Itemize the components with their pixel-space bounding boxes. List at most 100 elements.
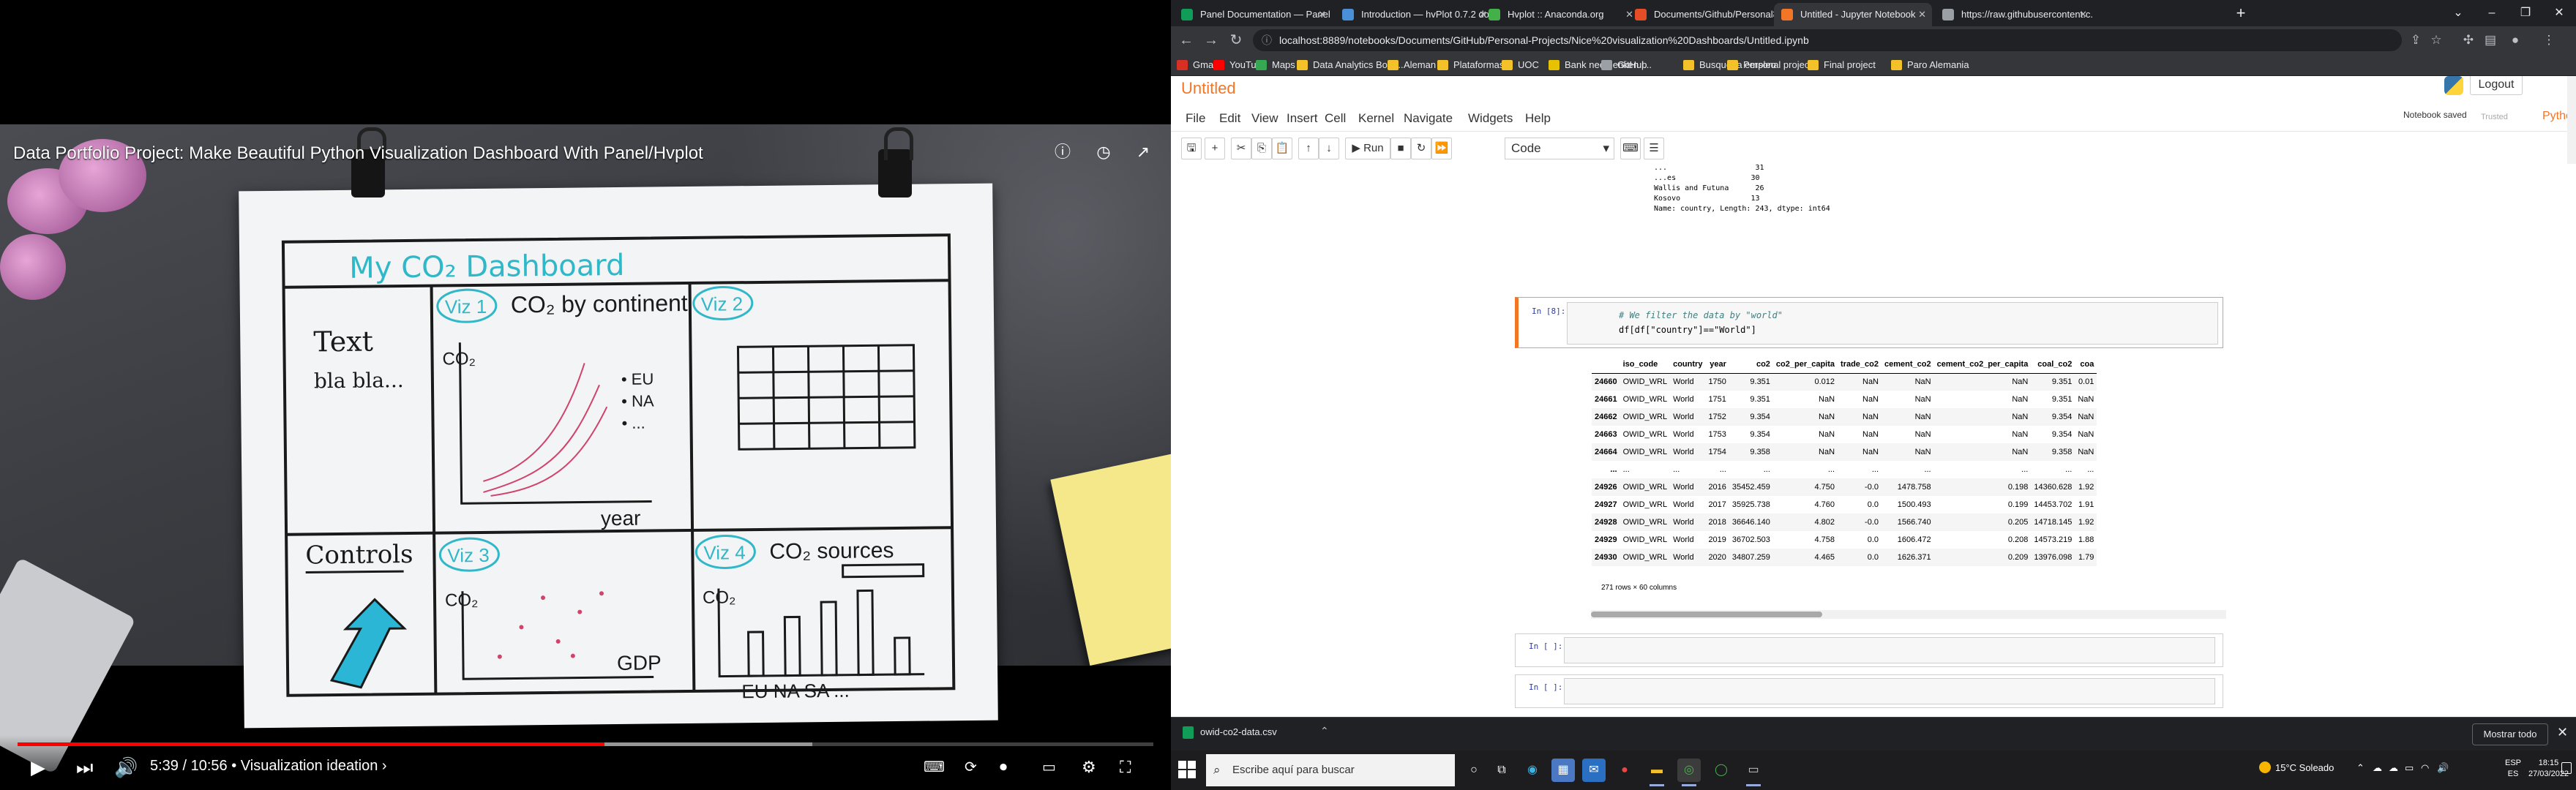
command-palette-icon[interactable]: ☰ <box>1644 138 1664 159</box>
logout-button[interactable]: Logout <box>2470 76 2523 95</box>
bookmark-item[interactable]: UOC <box>1502 58 1539 72</box>
restart-icon[interactable]: ↻ <box>1411 138 1431 159</box>
store-icon[interactable]: ▦ <box>1551 759 1575 782</box>
taskbar-search[interactable]: ⌕ Escribe aquí para buscar <box>1206 754 1455 786</box>
back-icon[interactable]: ← <box>1177 31 1196 50</box>
code-cell-8[interactable]: In [8]: <box>1515 297 2223 348</box>
cloud-icon[interactable]: ☁ <box>2389 762 2398 774</box>
settings-gear-icon[interactable]: ⚙ <box>1082 756 1096 778</box>
paste-icon[interactable]: 📋 <box>1272 138 1292 159</box>
new-tab-button[interactable]: + <box>2231 3 2251 23</box>
tab-1[interactable]: Panel Documentation — Panel 0... ✕ <box>1174 3 1332 26</box>
subtitle-cc-icon[interactable]: ▭ <box>1042 756 1056 778</box>
language-indicator[interactable]: ESP ES <box>2505 758 2521 780</box>
menu-insert[interactable]: Insert <box>1287 111 1318 126</box>
close-tab-icon[interactable]: ✕ <box>2079 3 2087 26</box>
file-explorer-icon[interactable]: ▬ <box>1645 759 1669 786</box>
keyboard-icon[interactable]: ⌨ <box>1620 138 1641 159</box>
bookmark-item[interactable]: Paro Alemania <box>1891 58 1969 72</box>
weather-widget[interactable]: 15°C Soleado <box>2259 761 2334 773</box>
share-icon[interactable]: ⇪ <box>2406 31 2425 50</box>
mail-icon[interactable]: ✉ <box>1582 759 1606 782</box>
menu-kernel[interactable]: Kernel <box>1358 111 1394 126</box>
bookmark-item[interactable]: Gmail <box>1177 58 1218 72</box>
volume-icon[interactable]: 🔊 <box>2437 762 2449 774</box>
insert-cell-icon[interactable]: + <box>1205 138 1225 159</box>
video-player[interactable]: My CO₂ Dashboard Text bla bla... Control… <box>0 0 1171 790</box>
tab-5[interactable]: Untitled - Jupyter Notebook ✕ <box>1774 3 1932 26</box>
close-icon[interactable]: ✕ <box>2557 725 2568 740</box>
chevron-up-icon[interactable]: ⌃ <box>1320 725 1329 737</box>
extensions-icon[interactable]: ✣ <box>2459 31 2478 50</box>
notebook-name[interactable]: Untitled <box>1181 79 1236 98</box>
battery-icon[interactable]: ▭ <box>2405 762 2414 774</box>
move-down-icon[interactable]: ↓ <box>1319 138 1339 159</box>
tab-4[interactable]: Documents/Github/Personal-Pr...✕ <box>1628 3 1786 26</box>
maximize-button[interactable]: ❐ <box>2509 0 2542 26</box>
menu-edit[interactable]: Edit <box>1219 111 1240 126</box>
tab-6[interactable]: https://raw.githubusercontent.c... ✕ <box>1935 3 2093 26</box>
cell-type-select[interactable]: Code ▾ <box>1505 138 1614 159</box>
watch-later-icon[interactable]: ◷ <box>1090 139 1117 165</box>
tab-search-icon[interactable]: ⌄ <box>2441 0 2475 26</box>
reload-icon[interactable]: ↻ <box>1227 31 1246 50</box>
share-icon[interactable]: ↗ <box>1130 139 1156 165</box>
close-tab-icon[interactable]: ✕ <box>1318 3 1326 26</box>
info-icon[interactable]: ⓘ <box>1049 139 1076 165</box>
windows-start-icon[interactable] <box>1178 761 1196 778</box>
empty-code-cell[interactable]: In [ ]: <box>1515 674 2223 708</box>
bookmark-item[interactable]: Maps <box>1256 58 1295 72</box>
move-up-icon[interactable]: ↑ <box>1298 138 1319 159</box>
bookmark-item[interactable]: Final project <box>1808 58 1876 72</box>
autoplay-icon[interactable]: ⟳ <box>965 756 977 778</box>
menu-widgets[interactable]: Widgets <box>1468 111 1513 126</box>
empty-code-cell[interactable]: In [ ]: <box>1515 633 2223 667</box>
profile-icon[interactable]: ● <box>2506 31 2525 50</box>
cortana-icon[interactable]: ○ <box>1462 759 1486 782</box>
show-all-button[interactable]: Mostrar todo <box>2472 723 2548 745</box>
run-button[interactable]: ▶ Run <box>1345 138 1390 159</box>
close-tab-icon[interactable]: ✕ <box>1918 3 1926 26</box>
tab-2[interactable]: Introduction — hvPlot 0.7.2 doc... ✕ <box>1335 3 1493 26</box>
wifi-icon[interactable]: ◠ <box>2421 762 2429 774</box>
bookmark-item[interactable]: GitHub <box>1601 58 1647 72</box>
fullscreen-icon[interactable]: ⛶ <box>1120 756 1131 778</box>
bookmark-star-icon[interactable]: ☆ <box>2427 31 2446 50</box>
side-panel-icon[interactable]: ▤ <box>2481 31 2500 50</box>
address-bar[interactable]: ⓘ localhost:8889/notebooks/Documents/GitH… <box>1253 29 2402 51</box>
stop-icon[interactable]: ■ <box>1390 138 1411 159</box>
close-window-button[interactable]: ✕ <box>2542 0 2576 26</box>
chrome-icon[interactable]: ◎ <box>1677 759 1701 786</box>
code-editor[interactable] <box>1564 678 2215 704</box>
chevron-up-icon[interactable]: ⌃ <box>2356 762 2365 774</box>
edge-icon[interactable]: ◉ <box>1521 759 1544 782</box>
menu-view[interactable]: View <box>1251 111 1278 126</box>
bookmark-item[interactable]: Personal projects <box>1727 58 1816 72</box>
bookmark-item[interactable]: Plataformas <box>1437 58 1504 72</box>
menu-help[interactable]: Help <box>1525 111 1551 126</box>
menu-navigate[interactable]: Navigate <box>1404 111 1453 126</box>
progress-bar[interactable] <box>18 742 1153 746</box>
forward-icon[interactable]: → <box>1202 31 1221 50</box>
tab-3[interactable]: Hvplot :: Anaconda.org ✕ <box>1481 3 1639 26</box>
video-title[interactable]: Data Portfolio Project: Make Beautiful P… <box>13 143 703 164</box>
minimize-button[interactable]: – <box>2475 0 2509 26</box>
anaconda-icon[interactable]: ◯ <box>1710 759 1733 782</box>
code-editor[interactable] <box>1564 637 2215 663</box>
restart-run-all-icon[interactable]: ⏩ <box>1431 138 1452 159</box>
notification-icon[interactable] <box>2561 762 2572 774</box>
subtitles-icon[interactable]: ⌨ <box>924 756 945 778</box>
cut-icon[interactable]: ✂ <box>1231 138 1251 159</box>
next-icon[interactable]: ⏭ <box>76 756 93 778</box>
chapter-arrow[interactable]: › <box>382 758 387 774</box>
chrome-menu-icon[interactable]: ⋮ <box>2539 31 2558 50</box>
app-icon[interactable]: ● <box>1613 759 1636 782</box>
task-view-icon[interactable]: ⧉ <box>1490 759 1513 782</box>
autoplay-toggle[interactable]: ⏺ <box>1000 756 1007 778</box>
save-icon[interactable]: 🖫 <box>1181 138 1202 159</box>
copy-icon[interactable]: ⎘ <box>1251 138 1272 159</box>
volume-icon[interactable]: 🔊 <box>114 756 138 778</box>
output-horizontal-scrollbar[interactable] <box>1591 610 2226 619</box>
menu-cell[interactable]: Cell <box>1325 111 1346 126</box>
code-editor[interactable] <box>1567 302 2218 345</box>
